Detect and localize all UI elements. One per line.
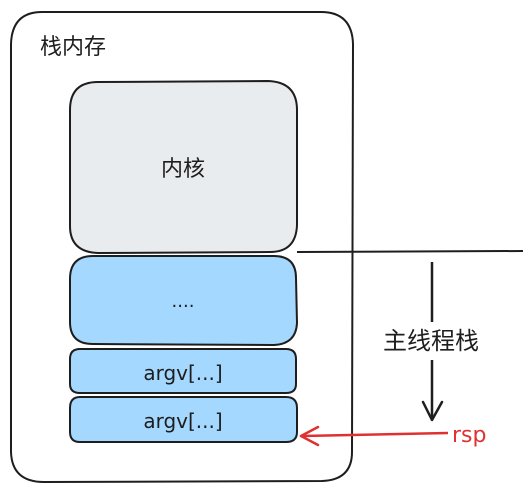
container-title: 栈内存	[40, 35, 106, 60]
kernel-label: 内核	[161, 157, 205, 182]
argv-label-lower: argv[...]	[143, 409, 222, 433]
rsp-label: rsp	[452, 423, 486, 448]
argv-label-upper: argv[...]	[143, 361, 222, 385]
ellipsis-label: ....	[172, 291, 195, 312]
rsp-pointer-arrow	[301, 431, 449, 438]
main-thread-stack-label: 主线程栈	[383, 327, 479, 355]
stack-top-line	[296, 250, 524, 253]
stack-memory-diagram: 栈内存 内核 .... argv[...] argv[...] 主线程栈 rsp	[10, 11, 524, 484]
